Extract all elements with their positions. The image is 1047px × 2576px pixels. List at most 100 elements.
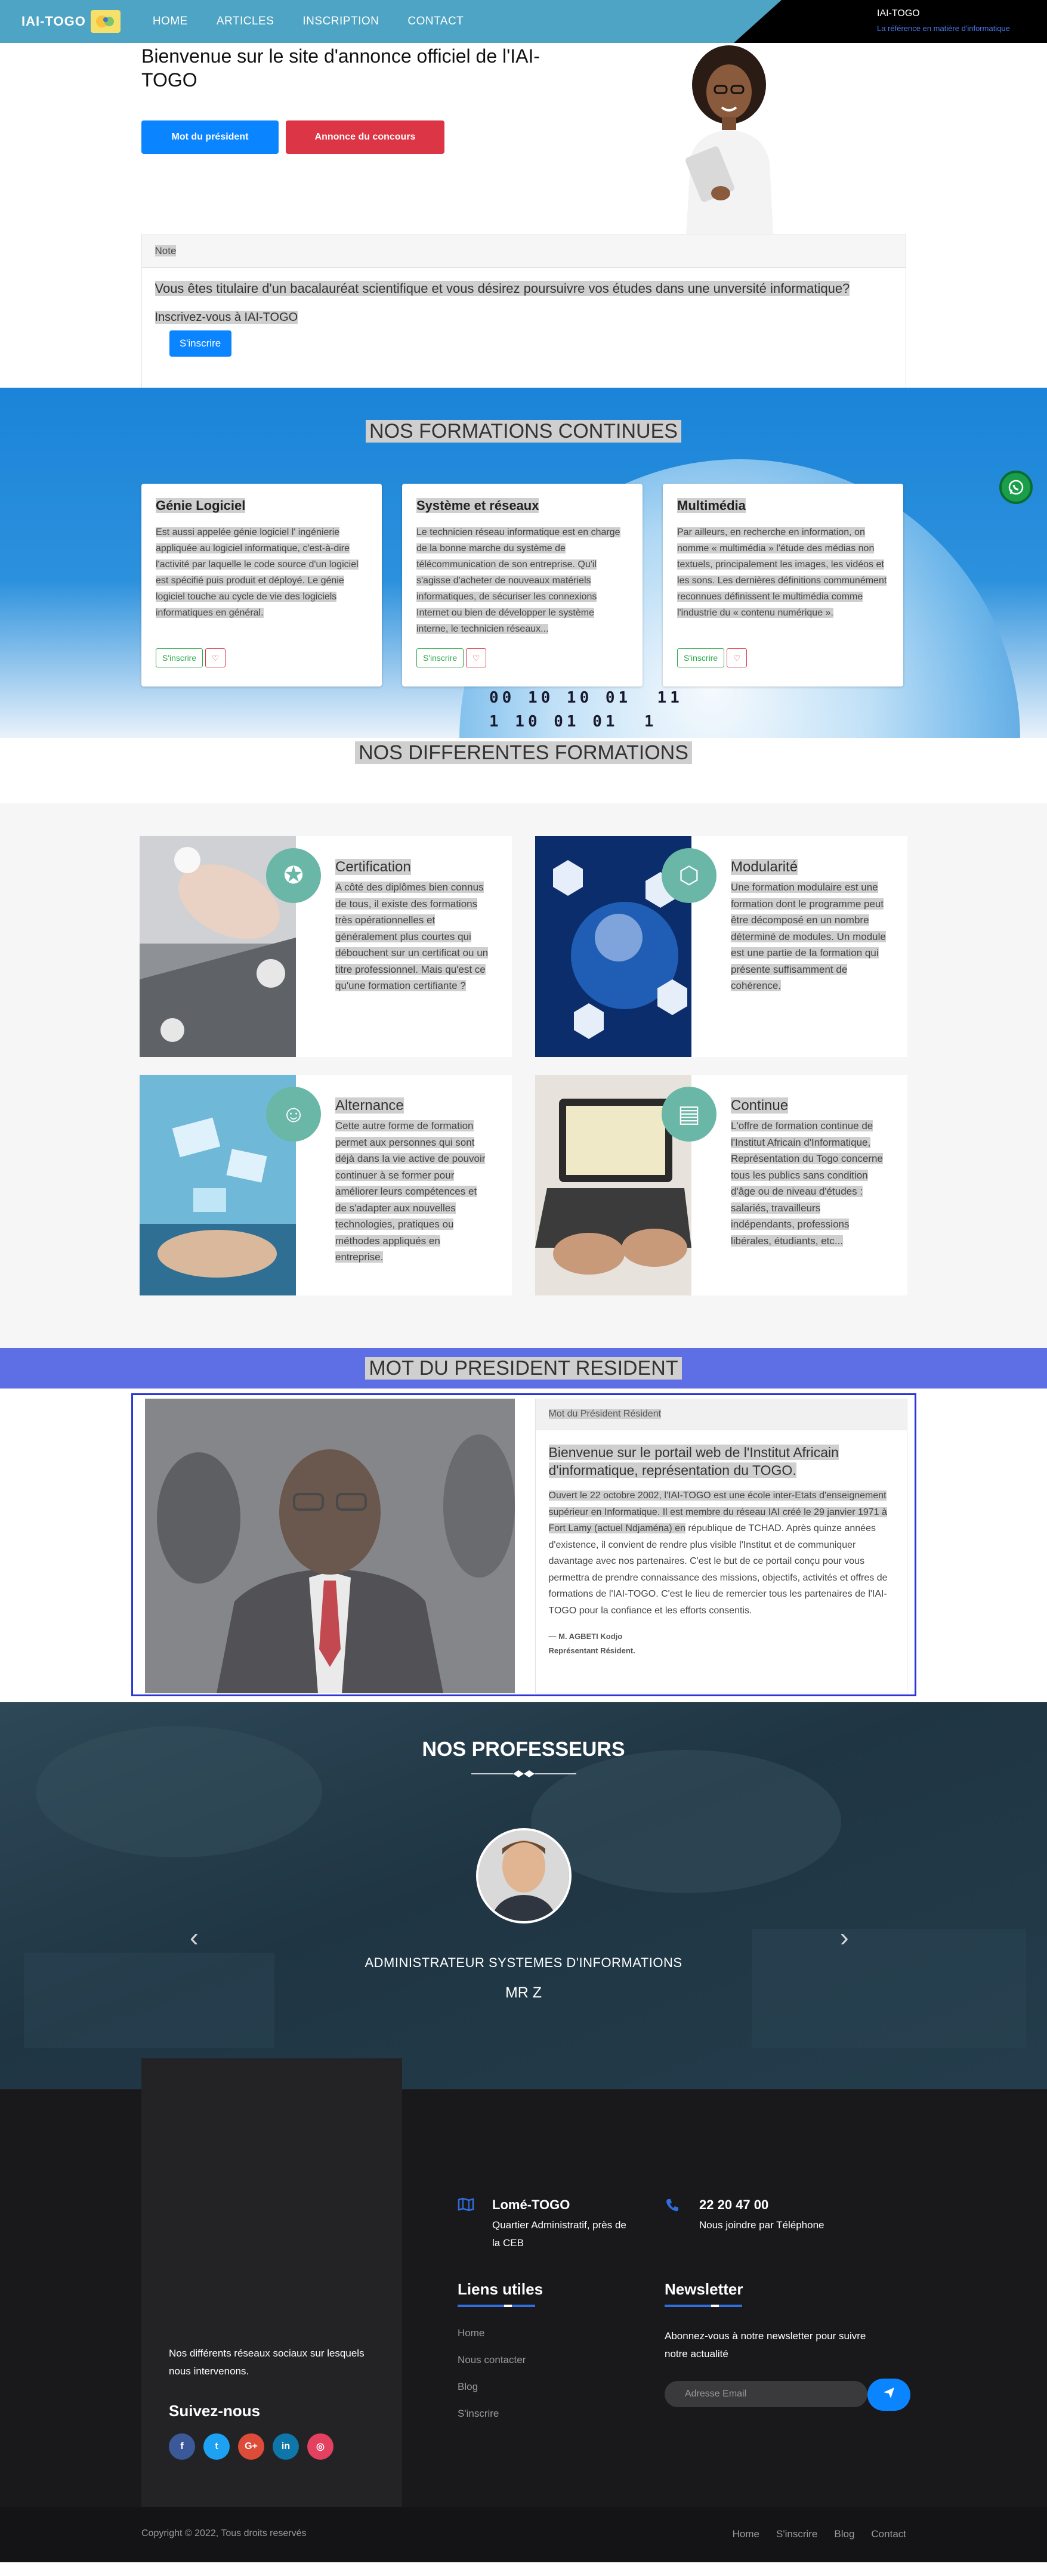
formation-card-title: Multimédia — [677, 498, 746, 513]
modules-icon: ⬡ — [662, 848, 716, 903]
title-underline — [665, 2305, 742, 2307]
brand-name[interactable]: IAI-TOGO — [21, 14, 86, 29]
title-ornament-icon — [471, 1770, 576, 1777]
training-type-card: ⬡ Modularité Une formation modulaire est… — [535, 836, 907, 1057]
nav-link-home[interactable]: HOME — [153, 15, 188, 28]
footer-link-home[interactable]: Home — [458, 2327, 543, 2339]
linkedin-icon[interactable]: in — [273, 2433, 299, 2460]
whatsapp-icon[interactable] — [999, 471, 1033, 504]
social-title: Suivez-nous — [169, 2402, 261, 2420]
president-headline: Bienvenue sur le portail web de l'Instit… — [548, 1445, 839, 1478]
bottom-link-home[interactable]: Home — [733, 2528, 759, 2540]
training-type-title: Certification — [335, 859, 411, 875]
phone-icon — [665, 2197, 699, 2234]
bottom-link-contact[interactable]: Contact — [871, 2528, 906, 2540]
formation-register-button[interactable]: S'inscrire — [416, 648, 464, 667]
top-navbar: IAI-TOGO HOME ARTICLES INSCRIPTION CONTA… — [0, 0, 1047, 43]
training-type-text: Alternance Cette autre forme de formatio… — [296, 1075, 512, 1295]
newsletter-email-input[interactable] — [665, 2381, 867, 2407]
training-type-description: L'offre de formation continue de l'Insti… — [731, 1120, 883, 1247]
footer-link-blog[interactable]: Blog — [458, 2381, 543, 2393]
newsletter-title: Newsletter — [665, 2280, 743, 2298]
continuing-education-cards: Génie Logiciel Est aussi appelée génie l… — [141, 484, 924, 686]
nav-link-articles[interactable]: ARTICLES — [217, 15, 274, 28]
heart-icon[interactable]: ♡ — [727, 648, 748, 667]
send-icon[interactable] — [867, 2379, 910, 2411]
continuing-education-title: NOS FORMATIONS CONTINUES — [0, 420, 1047, 443]
training-types-title: NOS DIFFERENTES FORMATIONS — [0, 741, 1047, 765]
carousel-prev-icon[interactable]: ‹ — [190, 1923, 199, 1953]
training-types-section: NOS DIFFERENTES FORMATIONS ✪ Certificati… — [0, 738, 1047, 1348]
training-type-text: Modularité Une formation modulaire est u… — [691, 836, 907, 1057]
carousel-next-icon[interactable]: › — [840, 1923, 849, 1953]
footer-link-contact[interactable]: Nous contacter — [458, 2354, 543, 2366]
training-type-text: Certification A côté des diplômes bien c… — [296, 836, 512, 1057]
formation-card-actions: S'inscrire ♡ — [677, 648, 889, 667]
hero-title: Bienvenue sur le site d'annonce officiel… — [141, 45, 541, 91]
heart-icon[interactable]: ♡ — [205, 648, 226, 667]
training-type-card: ▤ Continue L'offre de formation continue… — [535, 1075, 907, 1295]
formation-register-button[interactable]: S'inscrire — [156, 648, 203, 667]
nav-link-inscription[interactable]: INSCRIPTION — [302, 15, 379, 28]
note-card-header: Note — [141, 234, 906, 268]
signature-role: Représentant Résident. — [548, 1646, 635, 1655]
president-card-body: Bienvenue sur le portail web de l'Instit… — [536, 1430, 907, 1671]
newsletter-text: Abonnez-vous à notre newsletter pour sui… — [665, 2330, 866, 2359]
formation-card-actions: S'inscrire ♡ — [416, 648, 628, 667]
certificate-icon: ✪ — [266, 848, 321, 903]
training-types-header: NOS DIFFERENTES FORMATIONS — [0, 738, 1047, 803]
training-type-card: ☺ Alternance Cette autre forme de format… — [140, 1075, 512, 1295]
bottom-link-register[interactable]: S'inscrire — [776, 2528, 817, 2540]
binary-code-decoration: 00 10 10 01 11 1 10 01 01 1 1 11 — [489, 689, 683, 738]
social-description: Nos différents réseaux sociaux sur lesqu… — [169, 2348, 365, 2377]
formation-card-text: Le technicien réseau informatique est en… — [416, 527, 620, 634]
phone-number[interactable]: 22 20 47 00 — [699, 2197, 842, 2213]
bottom-link-blog[interactable]: Blog — [834, 2528, 854, 2540]
training-type-text: Continue L'offre de formation continue d… — [691, 1075, 907, 1295]
president-section-title: MOT DU PRESIDENT RESIDENT — [0, 1348, 1047, 1388]
brand[interactable]: IAI-TOGO — [21, 10, 121, 33]
hero-section: Bienvenue sur le site d'annonce officiel… — [0, 43, 1047, 234]
brand-logo-icon — [90, 10, 121, 33]
training-type-title: Alternance — [335, 1097, 404, 1114]
formation-card: Système et réseaux Le technicien réseau … — [402, 484, 643, 686]
nav-link-contact[interactable]: CONTACT — [407, 15, 464, 28]
nav-links: HOME ARTICLES INSCRIPTION CONTACT — [138, 15, 478, 28]
facebook-icon[interactable]: f — [169, 2433, 195, 2460]
newsletter-form — [665, 2379, 910, 2411]
useful-links: Liens utiles Home Nous contacter Blog S'… — [458, 2280, 543, 2435]
formation-card-title: Génie Logiciel — [156, 498, 246, 513]
president-photo — [144, 1399, 515, 1693]
heart-icon[interactable]: ♡ — [466, 648, 487, 667]
formation-register-button[interactable]: S'inscrire — [677, 648, 725, 667]
signature-name: — M. AGBETI Kodjo — [548, 1632, 623, 1641]
address-text: Quartier Administratif, près de la CEB — [492, 2219, 626, 2249]
training-type-title: Continue — [731, 1097, 789, 1114]
professors-section: NOS PROFESSEURS ‹ › ADMINISTRATEUR SYSTE… — [0, 1702, 1047, 2089]
google-plus-icon[interactable]: G+ — [238, 2433, 264, 2460]
register-button[interactable]: S'inscrire — [169, 330, 231, 357]
contest-announcement-button[interactable]: Annonce du concours — [286, 120, 444, 154]
formation-card-title: Système et réseaux — [416, 498, 539, 513]
president-message-box: Mot du Président Résident Bienvenue sur … — [131, 1393, 916, 1696]
president-message-button[interactable]: Mot du président — [141, 120, 279, 154]
twitter-icon[interactable]: t — [203, 2433, 230, 2460]
note-invite: Inscrivez-vous à IAI-TOGO — [155, 311, 298, 324]
phone-block: 22 20 47 00 Nous joindre par Téléphone — [665, 2197, 842, 2234]
instagram-icon[interactable]: ◎ — [307, 2433, 333, 2460]
president-message-text: Ouvert le 22 octobre 2002, l'IAI-TOGO es… — [548, 1490, 888, 1616]
nav-tagline-panel: IAI-TOGO La référence en matière d'infor… — [734, 0, 1047, 43]
training-type-description: Cette autre forme de formation permet au… — [335, 1120, 486, 1263]
professor-avatar — [476, 1828, 572, 1924]
title-underline — [458, 2305, 535, 2307]
training-type-description: Une formation modulaire est une formatio… — [731, 882, 886, 991]
footer-link-register[interactable]: S'inscrire — [458, 2408, 543, 2420]
footer: Nos différents réseaux sociaux sur lesqu… — [0, 2058, 1047, 2507]
newsletter: Newsletter Abonnez-vous à notre newslett… — [665, 2280, 910, 2411]
note-card: Note Vous êtes titulaire d'un bacalauréa… — [141, 234, 906, 388]
training-types-grid: ✪ Certification A côté des diplômes bien… — [140, 803, 907, 1348]
president-message-card: Mot du Président Résident Bienvenue sur … — [535, 1399, 907, 1693]
formation-card-text: Par ailleurs, en recherche en informatio… — [677, 527, 887, 618]
address-title: Lomé-TOGO — [492, 2197, 570, 2212]
copyright-bar: Copyright © 2022, Tous droits reservés H… — [0, 2507, 1047, 2562]
